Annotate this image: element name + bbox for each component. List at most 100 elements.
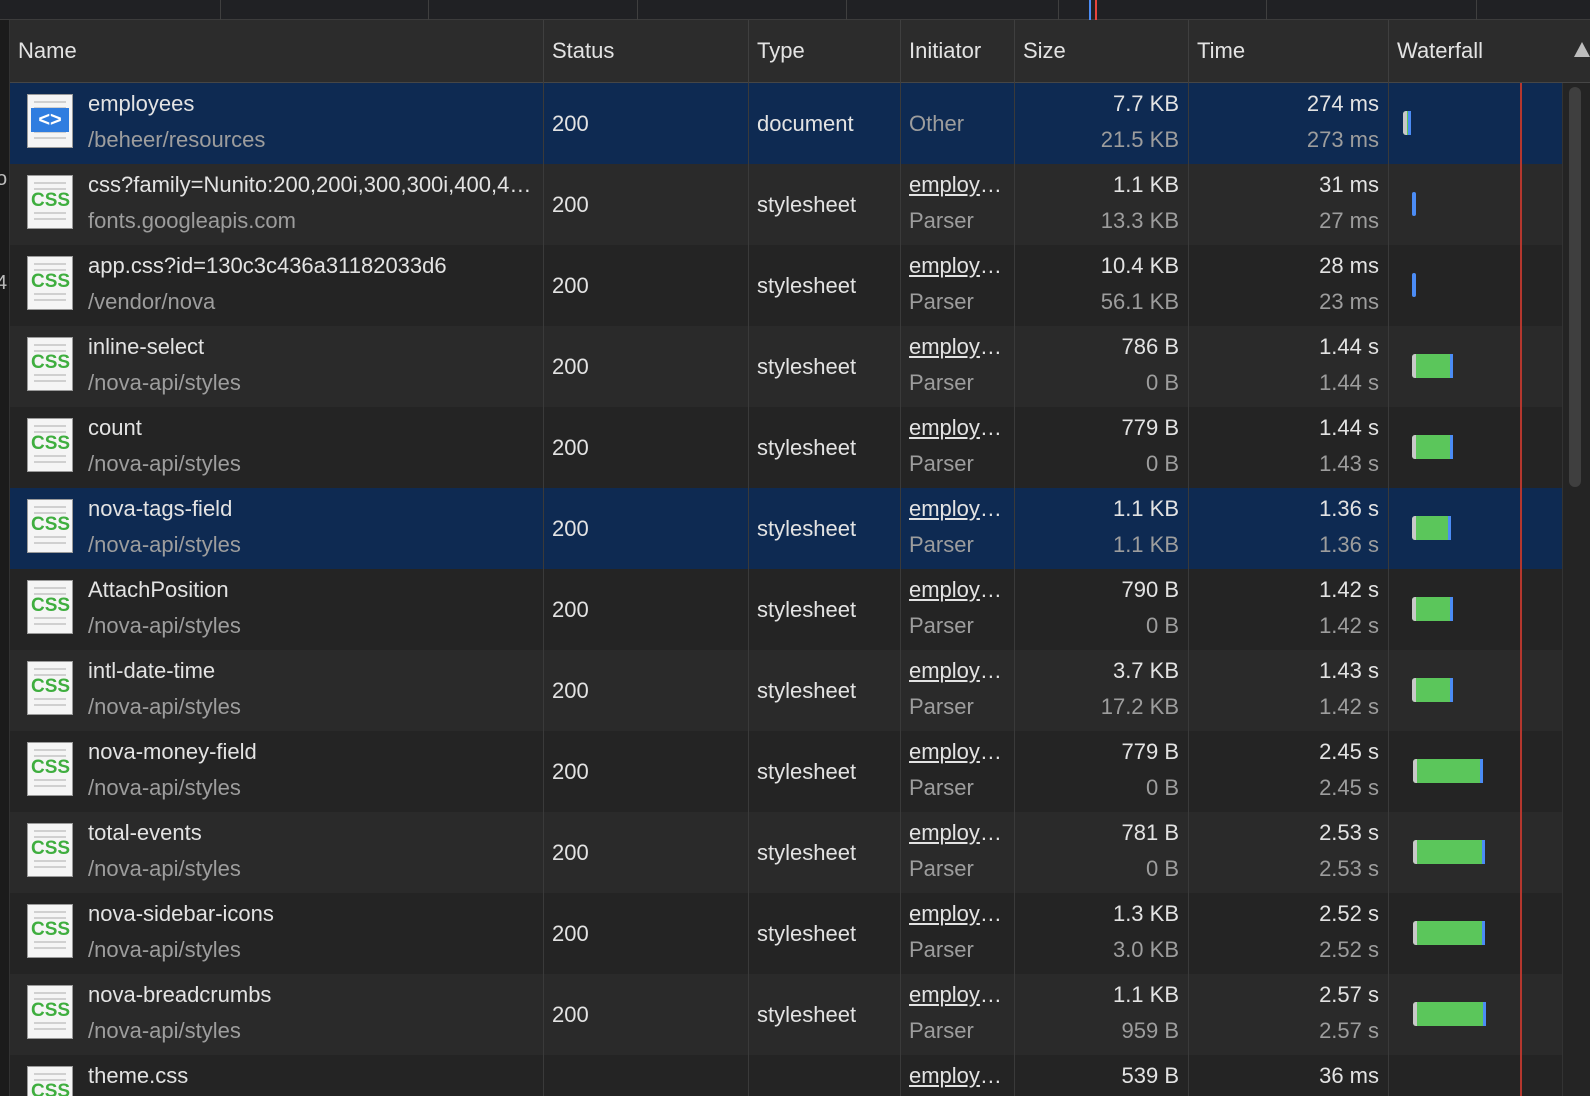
waterfall-bar[interactable] [1411, 435, 1453, 459]
timeline-overview[interactable] [0, 0, 1590, 20]
status-cell: 200 [544, 650, 749, 731]
status-cell: 200 [544, 488, 749, 569]
name-cell[interactable]: CSS<> AttachPosition/nova-api/styles [10, 569, 544, 650]
css-file-icon: CSS<> [27, 418, 73, 472]
waterfall-cell[interactable] [1389, 974, 1571, 1055]
request-name: nova-breadcrumbs [88, 982, 272, 1007]
request-name: css?family=Nunito:200,200i,300,300i,400,… [88, 172, 538, 197]
waterfall-cell[interactable] [1389, 569, 1571, 650]
initiator-link[interactable]: employees [909, 901, 1009, 927]
transferred-size: 1.1 KB [1112, 172, 1179, 197]
scrollbar-thumb[interactable] [1569, 87, 1581, 487]
transferred-size: 1.3 KB [1112, 901, 1179, 926]
waterfall-cell[interactable] [1389, 83, 1571, 164]
type-cell: stylesheet [749, 893, 901, 974]
initiator-link[interactable]: employees [909, 982, 1009, 1008]
column-header-status[interactable]: Status [544, 20, 749, 83]
table-row[interactable]: CSS<> nova-money-field/nova-api/styles 200… [10, 731, 1590, 812]
vertical-scrollbar[interactable] [1562, 83, 1590, 1096]
name-cell[interactable]: CSS<> total-events/nova-api/styles [10, 812, 544, 893]
name-cell[interactable]: CSS<> count/nova-api/styles [10, 407, 544, 488]
name-cell[interactable]: CSS<> inline-select/nova-api/styles [10, 326, 544, 407]
waterfall-cell[interactable] [1389, 245, 1571, 326]
initiator-link[interactable]: employees [909, 172, 1009, 198]
name-cell[interactable]: CSS<> employees/beheer/resources [10, 83, 544, 164]
table-row[interactable]: CSS<> nova-breadcrumbs/nova-api/styles 200… [10, 974, 1590, 1055]
status-cell: 200 [544, 731, 749, 812]
waterfall-bar[interactable] [1403, 111, 1411, 135]
table-row[interactable]: CSS<> theme.css employees 539 B 36 ms [10, 1055, 1590, 1096]
initiator-link[interactable]: employees [909, 496, 1009, 522]
waterfall-bar[interactable] [1412, 1002, 1487, 1026]
initiator-link[interactable]: employees [909, 739, 1009, 765]
column-header-name[interactable]: Name [10, 20, 544, 83]
waterfall-bar[interactable] [1412, 921, 1485, 945]
name-cell[interactable]: CSS<> css?family=Nunito:200,200i,300,300i… [10, 164, 544, 245]
column-header-time[interactable]: Time [1189, 20, 1389, 83]
column-header-size[interactable]: Size [1015, 20, 1189, 83]
waterfall-cell[interactable] [1389, 731, 1571, 812]
request-name: inline-select [88, 334, 205, 359]
waterfall-bar[interactable] [1411, 192, 1416, 216]
waterfall-cell[interactable] [1389, 326, 1571, 407]
column-header-waterfall[interactable]: Waterfall [1389, 20, 1590, 83]
column-header-type[interactable]: Type [749, 20, 901, 83]
waterfall-bar[interactable] [1411, 354, 1453, 378]
table-row[interactable]: CSS<> css?family=Nunito:200,200i,300,300i… [10, 164, 1590, 245]
waterfall-cell[interactable] [1389, 164, 1571, 245]
waterfall-bar[interactable] [1412, 597, 1453, 621]
initiator-link[interactable]: employees [909, 253, 1009, 279]
latency: 2.57 s [1319, 1018, 1379, 1043]
name-cell[interactable]: CSS<> app.css?id=130c3c436a31182033d6/ven… [10, 245, 544, 326]
initiator-link[interactable]: employees [909, 577, 1009, 603]
sort-ascending-icon[interactable] [1574, 42, 1590, 57]
resource-type: stylesheet [757, 354, 857, 379]
waterfall-bar[interactable] [1412, 759, 1483, 783]
column-header-initiator[interactable]: Initiator [901, 20, 1015, 83]
initiator-link[interactable]: employees [909, 334, 1009, 360]
name-cell[interactable]: CSS<> intl-date-time/nova-api/styles [10, 650, 544, 731]
waterfall-bar[interactable] [1411, 273, 1416, 297]
waterfall-cell[interactable] [1389, 650, 1571, 731]
initiator-link[interactable]: employees [909, 415, 1009, 441]
table-row[interactable]: CSS<> total-events/nova-api/styles 200 styl… [10, 812, 1590, 893]
waterfall-bar[interactable] [1412, 840, 1485, 864]
transferred-size: 7.7 KB [1112, 91, 1179, 116]
name-cell[interactable]: CSS<> nova-sidebar-icons/nova-api/styles [10, 893, 544, 974]
name-cell[interactable]: CSS<> nova-breadcrumbs/nova-api/styles [10, 974, 544, 1055]
table-header: Name Status Type Initiator Size Time Wat… [10, 20, 1590, 83]
status-cell: 200 [544, 974, 749, 1055]
name-cell[interactable]: CSS<> nova-money-field/nova-api/styles [10, 731, 544, 812]
waterfall-cell[interactable] [1389, 407, 1571, 488]
table-row[interactable]: CSS<> employees/beheer/resources 200 docume… [10, 83, 1590, 164]
type-cell: stylesheet [749, 326, 901, 407]
size-cell: 539 B [1015, 1055, 1189, 1096]
name-cell[interactable]: CSS<> nova-tags-field/nova-api/styles [10, 488, 544, 569]
status-cell: 200 [544, 812, 749, 893]
initiator-link[interactable]: employees [909, 1063, 1009, 1089]
waterfall-cell[interactable] [1389, 812, 1571, 893]
initiator-link[interactable]: employees [909, 658, 1009, 684]
status-code: 200 [552, 759, 589, 784]
table-row[interactable]: CSS<> nova-tags-field/nova-api/styles 200 s… [10, 488, 1590, 569]
waterfall-cell[interactable] [1389, 1055, 1571, 1096]
table-row[interactable]: CSS<> count/nova-api/styles 200 stylesheet e… [10, 407, 1590, 488]
waterfall-bar[interactable] [1412, 516, 1451, 540]
name-cell[interactable]: CSS<> theme.css [10, 1055, 544, 1096]
initiator-link[interactable]: employees [909, 820, 1009, 846]
table-row[interactable]: CSS<> intl-date-time/nova-api/styles 200 st… [10, 650, 1590, 731]
table-row[interactable]: CSS<> AttachPosition/nova-api/styles 200 st… [10, 569, 1590, 650]
size-cell: 779 B 0 B [1015, 731, 1189, 812]
initiator-type: Parser [909, 208, 974, 233]
waterfall-bar[interactable] [1412, 678, 1454, 702]
transferred-size: 781 B [1121, 820, 1180, 845]
latency: 1.43 s [1319, 451, 1379, 476]
waterfall-cell[interactable] [1389, 893, 1571, 974]
waterfall-cell[interactable] [1389, 488, 1571, 569]
latency: 1.42 s [1319, 613, 1379, 638]
table-row[interactable]: CSS<> inline-select/nova-api/styles 200 sty… [10, 326, 1590, 407]
type-cell: stylesheet [749, 731, 901, 812]
table-row[interactable]: CSS<> nova-sidebar-icons/nova-api/styles 2… [10, 893, 1590, 974]
time-cell: 2.53 s 2.53 s [1189, 812, 1389, 893]
table-row[interactable]: CSS<> app.css?id=130c3c436a31182033d6/ven… [10, 245, 1590, 326]
